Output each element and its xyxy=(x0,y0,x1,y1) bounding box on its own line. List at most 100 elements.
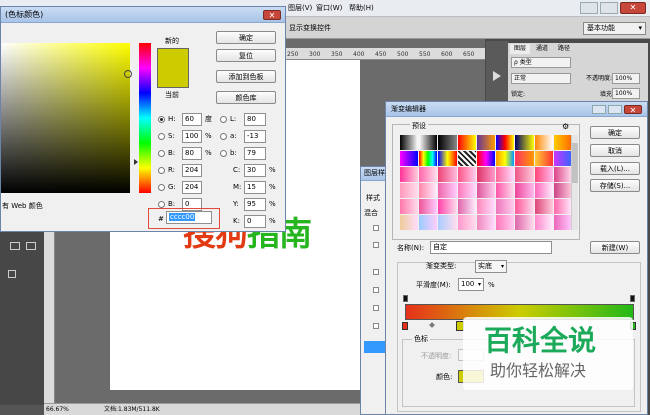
rgb-b-radio[interactable] xyxy=(158,201,165,208)
preset-swatch[interactable] xyxy=(400,135,419,150)
fill-field[interactable]: 100% xyxy=(612,88,640,99)
save-button[interactable]: 存储(S)... xyxy=(590,179,640,192)
preset-swatch[interactable] xyxy=(476,183,496,198)
new-button[interactable]: 新建(W) xyxy=(590,241,640,254)
workspace-select[interactable]: 基本功能 ▾ xyxy=(583,22,646,35)
presets-scrollbar[interactable] xyxy=(571,135,578,230)
gradient-type-select[interactable]: 实底 ▾ xyxy=(475,260,507,273)
maximize-button[interactable] xyxy=(608,105,622,114)
r-field[interactable]: 204 xyxy=(182,164,202,177)
name-field[interactable]: 自定 xyxy=(430,241,552,254)
preset-swatch[interactable] xyxy=(457,199,476,214)
lab-b-field[interactable]: 79 xyxy=(244,147,266,160)
m-field[interactable]: 15 xyxy=(244,181,266,194)
preset-swatch[interactable] xyxy=(534,135,553,150)
l-field[interactable]: 80 xyxy=(244,113,266,126)
preset-swatch[interactable] xyxy=(419,135,438,150)
style-checkbox[interactable] xyxy=(373,242,379,248)
y-field[interactable]: 95 xyxy=(244,198,266,211)
preset-swatch[interactable] xyxy=(496,183,515,198)
preset-swatch[interactable] xyxy=(400,183,419,198)
preset-swatch[interactable] xyxy=(476,151,496,166)
preset-swatch[interactable] xyxy=(419,151,438,166)
preset-swatch[interactable] xyxy=(476,215,496,230)
preset-swatch[interactable] xyxy=(534,199,553,214)
minimize-button[interactable] xyxy=(592,105,606,114)
color-libraries-button[interactable]: 颜色库 xyxy=(216,91,276,104)
preset-swatch[interactable] xyxy=(534,215,553,230)
preset-swatch[interactable] xyxy=(400,151,419,166)
color-field[interactable] xyxy=(1,43,132,193)
preset-swatch[interactable] xyxy=(515,215,534,230)
preset-swatch[interactable] xyxy=(457,183,476,198)
preset-swatch[interactable] xyxy=(419,183,438,198)
b-field[interactable]: 80 xyxy=(182,147,202,160)
tab-paths[interactable]: 路径 xyxy=(554,44,574,54)
lab-b-radio[interactable] xyxy=(220,150,227,157)
zoom-level[interactable]: 66.67% xyxy=(46,405,69,414)
close-button[interactable]: ✕ xyxy=(620,2,646,14)
gear-icon[interactable]: ⚙ xyxy=(562,122,569,131)
preset-swatch[interactable] xyxy=(457,215,476,230)
preset-swatch[interactable] xyxy=(438,183,457,198)
ok-button[interactable]: 确定 xyxy=(216,31,276,44)
h-field[interactable]: 60 xyxy=(182,113,202,126)
opacity-field[interactable]: 100% xyxy=(612,73,640,84)
lab-a-radio[interactable] xyxy=(220,133,227,140)
hsb-s-radio[interactable] xyxy=(158,133,165,140)
preset-swatch[interactable] xyxy=(400,215,419,230)
preset-swatch[interactable] xyxy=(496,135,515,150)
tool-icon[interactable] xyxy=(10,242,20,250)
preset-swatch[interactable] xyxy=(457,135,476,150)
preset-swatch[interactable] xyxy=(553,199,572,214)
rgb-g-radio[interactable] xyxy=(158,184,165,191)
preset-swatch[interactable] xyxy=(496,151,515,166)
preset-swatch[interactable] xyxy=(419,167,438,182)
preset-swatch[interactable] xyxy=(553,215,572,230)
preset-swatch[interactable] xyxy=(476,199,496,214)
preset-swatch[interactable] xyxy=(515,183,534,198)
preset-swatch[interactable] xyxy=(534,183,553,198)
lab-l-radio[interactable] xyxy=(220,116,227,123)
hsb-h-radio[interactable] xyxy=(158,116,165,123)
play-icon[interactable] xyxy=(493,71,501,81)
close-button[interactable]: ✕ xyxy=(624,105,642,115)
menu-item-window[interactable]: 窗口(W) xyxy=(316,4,342,13)
preset-swatch[interactable] xyxy=(457,151,476,166)
style-checkbox[interactable] xyxy=(373,305,379,311)
preset-swatch[interactable] xyxy=(476,167,496,182)
maximize-button[interactable] xyxy=(600,2,618,14)
load-button[interactable]: 载入(L)... xyxy=(590,162,640,175)
preset-swatch[interactable] xyxy=(515,167,534,182)
ok-button[interactable]: 确定 xyxy=(590,126,640,139)
opacity-stop-left[interactable] xyxy=(403,295,408,302)
preset-swatch[interactable] xyxy=(438,215,457,230)
preset-swatch[interactable] xyxy=(496,199,515,214)
close-button[interactable]: ✕ xyxy=(263,10,281,20)
reset-button[interactable]: 复位 xyxy=(216,49,276,62)
preset-swatch[interactable] xyxy=(553,167,572,182)
rgb-r-radio[interactable] xyxy=(158,167,165,174)
hex-field[interactable]: cccc00 xyxy=(166,211,212,224)
preset-swatch[interactable] xyxy=(419,199,438,214)
preset-swatch[interactable] xyxy=(515,199,534,214)
a-field[interactable]: -13 xyxy=(244,130,266,143)
preset-swatch[interactable] xyxy=(515,151,534,166)
minimize-button[interactable] xyxy=(580,2,598,14)
preset-swatch[interactable] xyxy=(419,215,438,230)
color-stop-left[interactable] xyxy=(402,322,408,330)
preset-swatch[interactable] xyxy=(553,151,572,166)
preset-swatch[interactable] xyxy=(457,167,476,182)
preset-swatch[interactable] xyxy=(476,135,496,150)
hsb-b-radio[interactable] xyxy=(158,150,165,157)
show-transform-label[interactable]: 显示变换控件 xyxy=(289,24,331,33)
style-checkbox[interactable] xyxy=(373,287,379,293)
s-field[interactable]: 100 xyxy=(182,130,202,143)
hue-slider[interactable] xyxy=(134,43,151,193)
tab-channels[interactable]: 通道 xyxy=(532,44,552,54)
preset-swatch[interactable] xyxy=(438,151,457,166)
preset-swatch[interactable] xyxy=(496,215,515,230)
g-field[interactable]: 204 xyxy=(182,181,202,194)
style-checkbox[interactable] xyxy=(373,323,379,329)
tool-icon[interactable] xyxy=(8,270,16,278)
